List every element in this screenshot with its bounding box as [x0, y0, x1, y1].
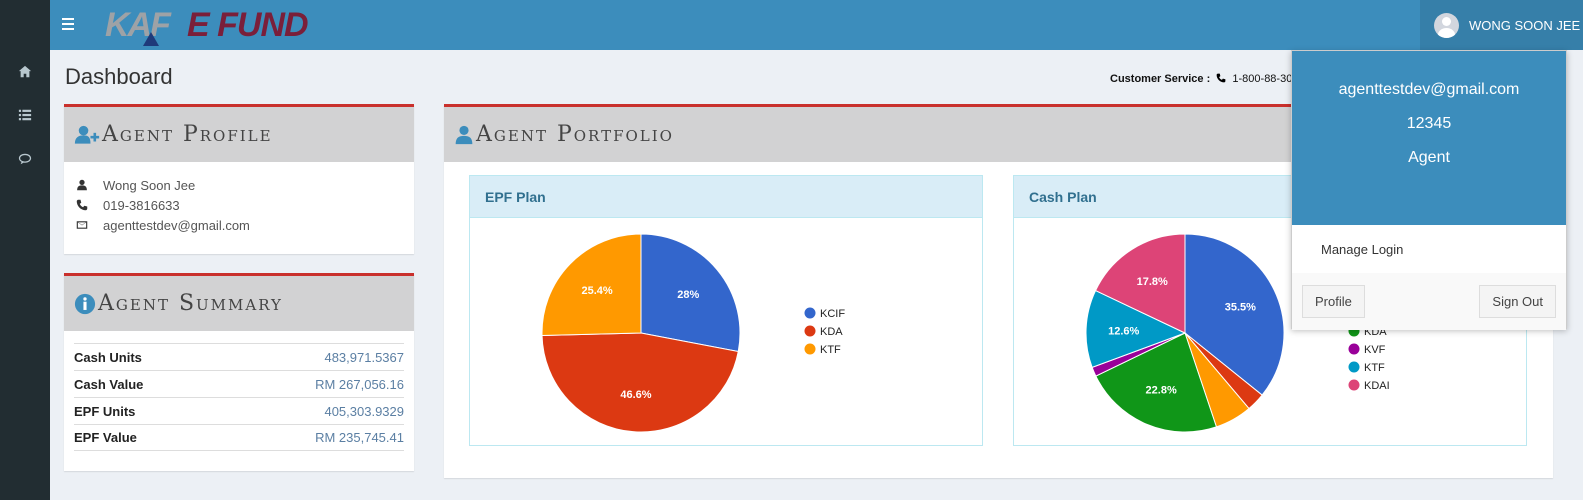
legend-label[interactable]: KTF [820, 344, 841, 356]
summary-table: Cash Units 483,971.5367 Cash Value RM 267,… [64, 331, 414, 451]
home-icon [18, 65, 32, 78]
legend-marker[interactable] [1348, 361, 1360, 373]
pie-slice-label: 46.6% [620, 389, 651, 401]
summary-label: Cash Value [74, 376, 144, 392]
avatar [1434, 12, 1459, 38]
agent-profile-header: Agent Profile [64, 107, 414, 162]
page-title: Dashboard [65, 64, 173, 89]
user-menu-toggle[interactable]: WONG SOON JEE [1420, 0, 1583, 50]
pie-slice-label: 28% [677, 289, 699, 301]
agent-summary-header: Agent Summary [64, 276, 414, 331]
legend-marker[interactable] [804, 343, 816, 355]
summary-label: EPF Units [74, 403, 136, 419]
user-dropdown: agenttestdev@gmail.com 12345 Agent Manag… [1291, 50, 1567, 330]
pie-slice-label: 35.5% [1225, 301, 1256, 313]
user-plus-icon [74, 125, 100, 144]
pie-slice-label: 12.6% [1108, 325, 1139, 337]
phone-icon [1216, 73, 1226, 83]
pie-slice-label: 25.4% [581, 285, 612, 297]
dropdown-code: 12345 [1406, 115, 1452, 132]
sidebar-item-list[interactable] [0, 93, 50, 137]
info-icon [74, 293, 96, 314]
phone-icon [76, 199, 88, 211]
envelope-icon [76, 221, 88, 229]
pie-slice[interactable] [541, 332, 739, 433]
user-icon [77, 179, 87, 191]
user-name: WONG SOON JEE [1469, 17, 1581, 33]
brand-logo[interactable]: KAF E FUND [105, 6, 315, 46]
legend-label[interactable]: KDAI [1364, 380, 1390, 392]
profile-phone: 019-3816633 [103, 197, 180, 213]
logo-text-kaf: KAF [105, 6, 171, 44]
epf-plan-title: EPF Plan [470, 176, 982, 218]
manage-login-link[interactable]: Manage Login [1292, 225, 1566, 273]
chat-icon [18, 153, 32, 165]
epf-plan-panel: EPF Plan 28% 46.6% 25.4% KCIF KDA KTF [469, 175, 983, 446]
summary-row: Cash Value RM 267,056.16 [74, 370, 404, 397]
pie-slice-label: 22.8% [1146, 385, 1177, 397]
customer-service-label: Customer Service : [1110, 73, 1211, 85]
legend-label[interactable]: KTF [1364, 362, 1385, 374]
legend-label[interactable]: KDA [820, 326, 843, 338]
pie-slice-label: 17.8% [1137, 276, 1168, 288]
agent-profile-title: Agent Profile [102, 122, 273, 147]
logo-triangle [143, 32, 159, 46]
sidebar-item-chat[interactable] [0, 137, 50, 181]
profile-name-row: Wong Soon Jee [64, 175, 414, 195]
summary-row: EPF Units 405,303.9329 [74, 397, 404, 424]
profile-email: agenttestdev@gmail.com [103, 217, 250, 233]
profile-button[interactable]: Profile [1302, 285, 1365, 318]
agent-profile-box: Agent Profile Wong Soon Jee 019-3816633 … [64, 104, 414, 254]
agent-portfolio-title: Agent Portfolio [476, 122, 674, 147]
summary-value: RM 267,056.16 [315, 376, 404, 392]
summary-label: Cash Units [74, 349, 142, 365]
profile-name: Wong Soon Jee [103, 177, 196, 193]
legend-marker[interactable] [1348, 343, 1360, 355]
logo-text-efund: E FUND [187, 6, 309, 44]
summary-row: Cash Units 483,971.5367 [74, 343, 404, 370]
sign-out-button[interactable]: Sign Out [1479, 285, 1556, 318]
profile-email-row: agenttestdev@gmail.com [64, 215, 414, 235]
epf-pie-chart: 28% 46.6% 25.4% KCIF KDA KTF [541, 233, 845, 433]
legend-marker[interactable] [1348, 379, 1360, 391]
agent-summary-box: Agent Summary Cash Units 483,971.5367 Cas… [64, 273, 414, 471]
list-icon [18, 109, 32, 121]
summary-row: EPF Value RM 235,745.41 [74, 424, 404, 451]
sidebar-rail [0, 0, 50, 500]
user-dropdown-footer: Profile Sign Out [1292, 273, 1566, 330]
agent-summary-title: Agent Summary [98, 291, 283, 316]
user-icon [455, 125, 473, 144]
dropdown-role: Agent [1408, 149, 1450, 166]
legend-label[interactable]: KVF [1364, 344, 1386, 356]
legend-label[interactable]: KCIF [820, 308, 845, 320]
dropdown-email: agenttestdev@gmail.com [1338, 81, 1520, 98]
summary-value: RM 235,745.41 [315, 430, 404, 445]
summary-value: 483,971.5367 [324, 349, 404, 365]
user-dropdown-header: agenttestdev@gmail.com 12345 Agent [1292, 51, 1566, 225]
sidebar-item-home[interactable] [0, 50, 50, 94]
summary-label: EPF Value [74, 430, 137, 445]
legend-marker[interactable] [804, 307, 816, 319]
menu-toggle-icon[interactable] [62, 15, 80, 33]
top-navbar: KAF E FUND WONG SOON JEE [50, 0, 1583, 50]
customer-service: Customer Service : 1-800-88-3065 [1110, 73, 1305, 85]
profile-phone-row: 019-3816633 [64, 195, 414, 215]
summary-value: 405,303.9329 [324, 403, 404, 419]
legend-marker[interactable] [804, 325, 816, 337]
